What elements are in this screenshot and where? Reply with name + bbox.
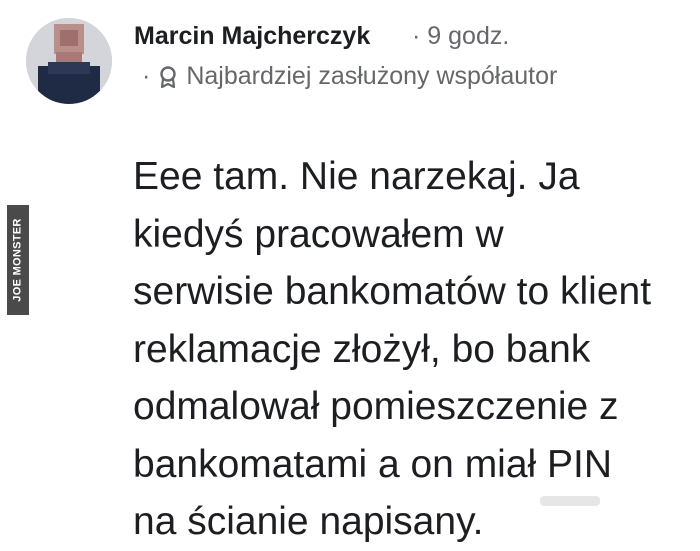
faded-reaction-area — [540, 496, 600, 506]
comment-line: kiedyś pracowałem w — [133, 212, 504, 256]
badge-dot: · — [142, 62, 151, 90]
avatar[interactable] — [26, 18, 112, 104]
comment-line: reklamacje złożył, bo bank — [133, 327, 591, 371]
comment-line: Eee tam. Nie narzekaj. Ja — [133, 155, 580, 198]
comment-line: odmalował pomieszczenie z — [133, 385, 619, 428]
comment-line: na ścianie napisany. — [133, 500, 484, 543]
comment-body: Eee tam. Nie narzekaj. Ja kiedyś pracowa… — [133, 148, 693, 551]
watermark-text: JOE MONSTER — [12, 218, 24, 302]
comment-line: bankomatami a on miał PIN — [133, 442, 613, 486]
author-badge: · Najbardziej zasłużony współautor — [142, 62, 557, 91]
timestamp[interactable]: 9 godz. — [427, 22, 509, 50]
badge-label: Najbardziej zasłużony współautor — [186, 62, 558, 90]
author-name[interactable]: Marcin Majcherczyk — [134, 22, 370, 51]
award-badge-icon — [158, 65, 178, 89]
comment-line: serwisie bankomatów to klient — [133, 270, 652, 313]
separator-dot: · — [412, 22, 421, 50]
comment-time[interactable]: · 9 godz. — [412, 22, 509, 51]
watermark-logo: JOE MONSTER — [7, 205, 29, 315]
